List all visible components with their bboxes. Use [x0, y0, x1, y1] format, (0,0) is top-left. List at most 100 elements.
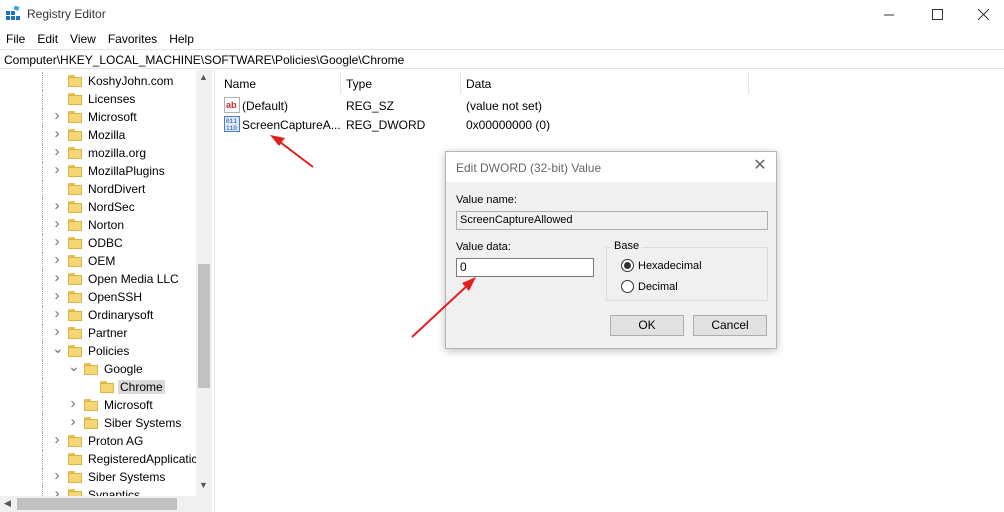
- tree-item[interactable]: › Open Media LLC: [0, 270, 196, 288]
- chevron-right-icon[interactable]: ›: [52, 162, 62, 177]
- dialog-title-bar[interactable]: Edit DWORD (32-bit) Value ✕: [446, 152, 776, 182]
- value-data-input[interactable]: 0: [456, 258, 594, 277]
- address-bar[interactable]: Computer\HKEY_LOCAL_MACHINE\SOFTWARE\Pol…: [0, 49, 1004, 69]
- chevron-right-icon[interactable]: ›: [52, 270, 62, 285]
- chevron-right-icon: [52, 75, 62, 87]
- tree-item[interactable]: › Siber Systems: [0, 468, 196, 486]
- scroll-up-icon[interactable]: ▲: [199, 72, 208, 82]
- column-header-name[interactable]: Name: [218, 70, 340, 94]
- maximize-button[interactable]: [914, 0, 960, 28]
- menu-favorites[interactable]: Favorites: [102, 29, 163, 49]
- chevron-down-icon[interactable]: ⌄: [52, 341, 64, 357]
- tree-item[interactable]: › Partner: [0, 324, 196, 342]
- tree-item[interactable]: › Microsoft: [0, 108, 196, 126]
- chevron-right-icon[interactable]: ›: [52, 288, 62, 303]
- tree-guide-line: [42, 306, 43, 324]
- value-name-field: ScreenCaptureAllowed: [456, 211, 768, 230]
- hexadecimal-label[interactable]: Hexadecimal: [638, 260, 702, 272]
- tree-hscroll-thumb[interactable]: [17, 498, 177, 510]
- tree-item-label: Google: [104, 362, 143, 376]
- tree-item[interactable]: › Siber Systems: [0, 414, 196, 432]
- tree-item[interactable]: › ODBC: [0, 234, 196, 252]
- hexadecimal-radio[interactable]: [621, 259, 634, 272]
- tree-item-label: Ordinarysoft: [88, 308, 154, 322]
- tree-item-label: Policies: [88, 344, 130, 358]
- column-header-data[interactable]: Data: [460, 70, 748, 94]
- tree-guide-line: [42, 378, 43, 396]
- column-header-type[interactable]: Type: [340, 70, 460, 94]
- base-label: Base: [611, 240, 643, 252]
- tree-item-label: Proton AG: [88, 434, 144, 448]
- folder-icon: [68, 165, 84, 177]
- maximize-icon: [931, 8, 943, 20]
- chevron-right-icon[interactable]: ›: [68, 396, 78, 411]
- menu-edit[interactable]: Edit: [31, 29, 64, 49]
- tree-guide-line: [42, 342, 43, 360]
- tree-vertical-scrollbar[interactable]: ▲ ▼: [196, 70, 212, 496]
- chevron-right-icon[interactable]: ›: [52, 216, 62, 231]
- tree-scroll-thumb[interactable]: [198, 264, 210, 388]
- chevron-right-icon[interactable]: ›: [68, 414, 78, 429]
- cancel-button[interactable]: Cancel: [693, 315, 767, 336]
- chevron-right-icon[interactable]: ›: [52, 108, 62, 123]
- tree-item[interactable]: ⌄ Google: [0, 359, 196, 378]
- svg-text:110: 110: [226, 125, 237, 132]
- chevron-right-icon[interactable]: ›: [52, 468, 62, 483]
- close-button[interactable]: [960, 0, 1004, 28]
- folder-icon: [68, 147, 84, 159]
- tree-guide-line: [42, 396, 43, 414]
- chevron-right-icon[interactable]: ›: [52, 234, 62, 249]
- dialog-close-icon[interactable]: ✕: [752, 158, 768, 174]
- tree-item[interactable]: › OEM: [0, 252, 196, 270]
- tree-item[interactable]: › Mozilla: [0, 126, 196, 144]
- tree-item[interactable]: › Proton AG: [0, 432, 196, 450]
- address-path[interactable]: Computer\HKEY_LOCAL_MACHINE\SOFTWARE\Pol…: [4, 53, 404, 67]
- tree-item[interactable]: › NordSec: [0, 198, 196, 216]
- chevron-right-icon[interactable]: ›: [52, 198, 62, 213]
- chevron-right-icon[interactable]: ›: [52, 306, 62, 321]
- value-name: ScreenCaptureA...: [242, 118, 341, 132]
- tree-item[interactable]: RegisteredApplicatic: [0, 450, 197, 468]
- chevron-right-icon[interactable]: ›: [52, 324, 62, 339]
- tree-item[interactable]: KoshyJohn.com: [0, 72, 196, 90]
- chevron-right-icon[interactable]: ›: [52, 126, 62, 141]
- decimal-label[interactable]: Decimal: [638, 281, 678, 293]
- scroll-down-icon[interactable]: ▼: [199, 480, 208, 490]
- tree-guide-line: [42, 198, 43, 216]
- menu-file[interactable]: File: [0, 29, 31, 49]
- title-bar[interactable]: Registry Editor: [0, 0, 1004, 28]
- folder-icon: [100, 381, 116, 393]
- minimize-icon: [883, 14, 894, 15]
- tree-guide-line: [42, 324, 43, 342]
- registry-editor-window: Registry Editor File Edit View Favorites…: [0, 0, 1004, 512]
- tree-item[interactable]: › Microsoft: [0, 396, 196, 414]
- tree-item[interactable]: NordDivert: [0, 180, 196, 198]
- tree-item[interactable]: › Norton: [0, 216, 196, 234]
- scroll-left-icon[interactable]: ◀: [4, 498, 11, 509]
- folder-icon: [68, 273, 84, 285]
- menu-view[interactable]: View: [64, 29, 102, 49]
- tree-item[interactable]: › mozilla.org: [0, 144, 196, 162]
- column-divider[interactable]: [748, 72, 749, 94]
- tree-item-label: Microsoft: [104, 398, 153, 412]
- chevron-right-icon[interactable]: ›: [52, 144, 62, 159]
- folder-icon: [84, 363, 100, 375]
- chevron-right-icon[interactable]: ›: [52, 432, 62, 447]
- tree-item[interactable]: ⌄ Policies: [0, 341, 196, 360]
- tree-horizontal-scrollbar[interactable]: ◀: [0, 496, 212, 512]
- tree-item[interactable]: › OpenSSH: [0, 288, 196, 306]
- pane-splitter[interactable]: [214, 70, 217, 512]
- tree-item[interactable]: Licenses: [0, 90, 196, 108]
- value-name-label: Value name:: [456, 194, 517, 206]
- tree-item[interactable]: › MozillaPlugins: [0, 162, 196, 180]
- decimal-radio[interactable]: [621, 280, 634, 293]
- ok-button[interactable]: OK: [610, 315, 684, 336]
- minimize-button[interactable]: [866, 0, 912, 28]
- chevron-right-icon[interactable]: ›: [52, 252, 62, 267]
- tree-item[interactable]: › Ordinarysoft: [0, 306, 196, 324]
- menu-help[interactable]: Help: [163, 29, 200, 49]
- tree-item[interactable]: Chrome: [0, 378, 196, 396]
- key-tree[interactable]: KoshyJohn.com Licenses › Microsoft › Mozilla ›…: [0, 70, 212, 512]
- chevron-down-icon[interactable]: ⌄: [68, 359, 80, 375]
- tree-guide-line: [42, 468, 43, 486]
